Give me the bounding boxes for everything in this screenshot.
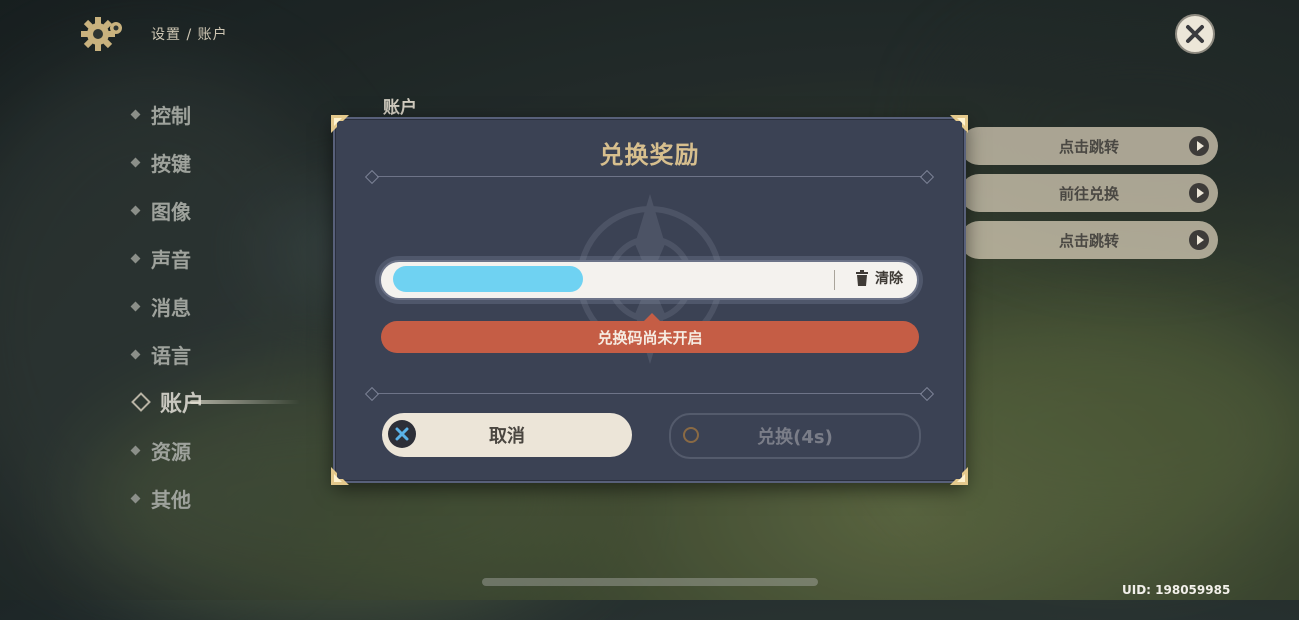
uid-label: UID: 198059985 (1122, 583, 1231, 597)
link-button-1[interactable]: 点击跳转 (960, 127, 1218, 165)
circle-icon (683, 427, 699, 443)
sidebar-item-messages[interactable]: 消息 (130, 282, 204, 330)
bullet-icon (130, 109, 141, 119)
bullet-icon (130, 349, 141, 359)
input-separator (834, 270, 835, 290)
play-arrow-icon (1189, 230, 1209, 250)
corner-ornament-icon (329, 465, 351, 487)
corner-ornament-icon (948, 465, 970, 487)
sidebar-item-account[interactable]: 账户 (130, 378, 301, 426)
selected-diamond-icon (131, 392, 151, 412)
divider (364, 386, 935, 402)
play-arrow-icon (1189, 136, 1209, 156)
bullet-icon (130, 445, 141, 455)
bullet-icon (130, 301, 141, 311)
link-button-3[interactable]: 点击跳转 (960, 221, 1218, 259)
sidebar-item-language[interactable]: 语言 (130, 330, 204, 378)
redacted-code-text (393, 266, 583, 292)
divider (364, 169, 935, 185)
redeem-link-button[interactable]: 前往兑换 (960, 174, 1218, 212)
gear-icon (80, 14, 126, 54)
trash-icon (856, 270, 868, 286)
sidebar-item-keybinds[interactable]: 按键 (130, 138, 204, 186)
redeem-button[interactable]: 兑换(4s) (669, 413, 921, 459)
corner-ornament-icon (948, 113, 970, 135)
breadcrumb: 设置 / 账户 (151, 27, 228, 43)
corner-ornament-icon (329, 113, 351, 135)
sidebar-item-audio[interactable]: 声音 (130, 234, 204, 282)
sidebar-item-graphics[interactable]: 图像 (130, 186, 204, 234)
bullet-icon (130, 493, 141, 503)
play-arrow-icon (1189, 183, 1209, 203)
error-message: 兑换码尚未开启 (381, 313, 919, 353)
redeem-code-input[interactable]: 清除 (379, 260, 919, 300)
redeem-dialog: 兑换奖励 清除 兑换码尚未开启 取消 兑换(4s) (331, 115, 968, 485)
cancel-x-icon (388, 420, 416, 448)
sidebar-item-other[interactable]: 其他 (130, 474, 204, 522)
bullet-icon (130, 157, 141, 167)
close-button[interactable] (1175, 14, 1215, 54)
clear-button[interactable]: 清除 (855, 268, 903, 288)
bullet-icon (130, 253, 141, 263)
sidebar-item-controls[interactable]: 控制 (130, 90, 204, 138)
close-icon (1186, 25, 1204, 43)
home-indicator (482, 578, 818, 586)
sidebar-item-resources[interactable]: 资源 (130, 426, 204, 474)
bullet-icon (130, 205, 141, 215)
section-title: 账户 (383, 98, 417, 118)
dialog-title: 兑换奖励 (599, 141, 700, 169)
settings-sidebar: 控制 按键 图像 声音 消息 语言 账户 资源 其他 (130, 90, 301, 522)
cancel-button[interactable]: 取消 (382, 413, 632, 457)
